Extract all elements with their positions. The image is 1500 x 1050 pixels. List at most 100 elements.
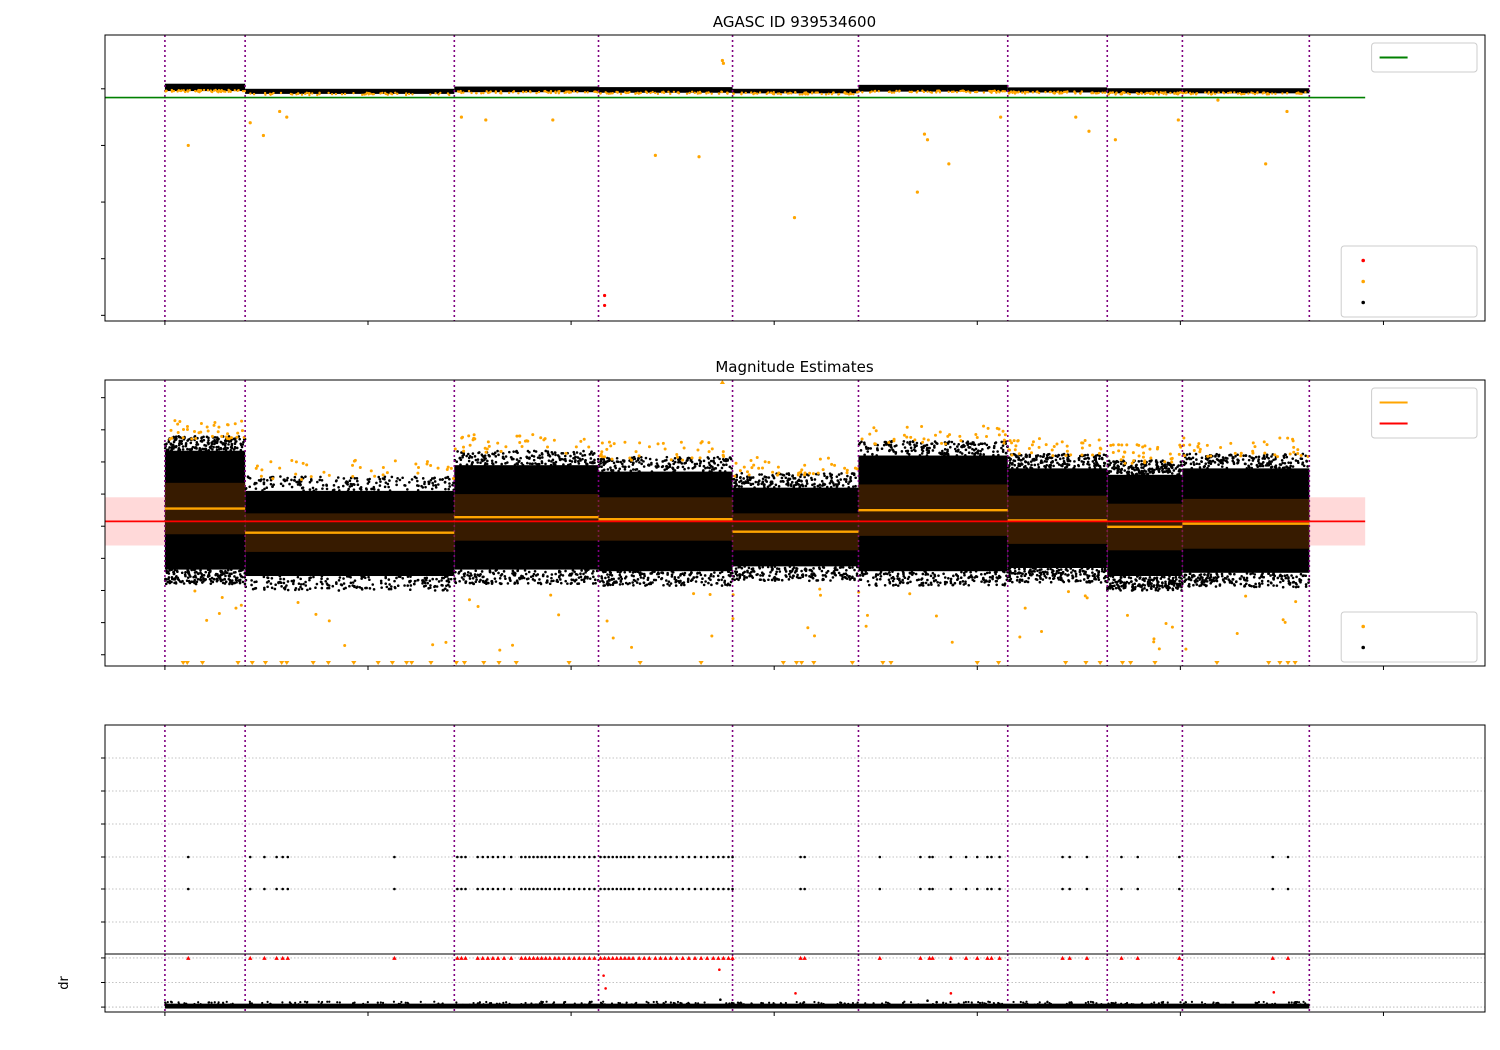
ok-point xyxy=(1094,454,1098,458)
ok-point xyxy=(530,454,534,458)
dr-ok-point xyxy=(1290,1001,1293,1004)
ok-point xyxy=(1208,459,1212,463)
ok-point xyxy=(1113,460,1117,464)
highlighted-point xyxy=(852,92,855,96)
ok-point xyxy=(631,461,635,465)
ok-point xyxy=(773,579,777,582)
dr-ok-point xyxy=(583,1003,587,1006)
highlighted-point xyxy=(969,91,972,94)
ok-point xyxy=(708,463,712,467)
ok-point xyxy=(813,573,816,576)
ok-point xyxy=(448,482,451,485)
ok-point xyxy=(569,462,572,466)
dr-ok-point xyxy=(707,1003,710,1006)
highlighted-point xyxy=(818,587,822,591)
flag-point xyxy=(1068,855,1071,859)
ok-point xyxy=(1058,457,1062,461)
ok-point xyxy=(709,578,712,582)
ok-point xyxy=(425,576,429,580)
ok-point xyxy=(550,460,553,463)
highlighted-point xyxy=(705,91,708,95)
highlighted-point xyxy=(220,89,223,92)
ok-point xyxy=(884,572,888,575)
highlighted-point xyxy=(351,474,355,478)
highlighted-point xyxy=(813,634,817,638)
ok-point xyxy=(1261,464,1265,468)
flag-point xyxy=(727,887,730,891)
ok-point xyxy=(891,575,895,579)
ok-point xyxy=(925,443,929,447)
ok-point xyxy=(653,570,656,573)
highlighted-point xyxy=(414,462,418,466)
ok-point xyxy=(553,451,557,454)
ok-point xyxy=(650,463,653,466)
ok-point xyxy=(700,580,704,584)
highlighted-point xyxy=(895,89,898,93)
highlighted-point xyxy=(707,450,711,454)
ok-point xyxy=(789,484,793,488)
ok-point xyxy=(1099,581,1103,584)
ok-point xyxy=(869,447,873,450)
ok-point xyxy=(1057,571,1061,575)
ok-point xyxy=(282,577,286,581)
ok-point xyxy=(1133,468,1136,472)
highlighted-point xyxy=(300,93,304,96)
ok-point xyxy=(1131,473,1135,476)
ok-point xyxy=(953,581,957,585)
highlighted-point xyxy=(647,445,651,449)
highlighted-point xyxy=(1120,443,1124,447)
highlighted-point xyxy=(486,91,490,95)
highlighted-point xyxy=(710,634,714,638)
ok-point xyxy=(1247,458,1251,462)
ok-point xyxy=(721,575,725,579)
ok-point xyxy=(837,473,841,476)
highlighted-point xyxy=(322,470,326,474)
highlighted-point xyxy=(605,447,609,451)
highlighted-point xyxy=(470,91,473,95)
ok-point xyxy=(1224,456,1228,460)
ok-point xyxy=(618,571,622,574)
ok-point xyxy=(265,486,269,489)
highlighted-point xyxy=(721,450,725,454)
ok-point xyxy=(472,582,476,586)
ok-point xyxy=(1073,460,1076,463)
highlighted-point xyxy=(808,471,812,475)
highlighted-point xyxy=(308,92,311,95)
ok-point xyxy=(657,465,660,468)
highlighted-point xyxy=(611,92,614,95)
highlighted-point xyxy=(920,424,924,428)
ok-point xyxy=(1206,466,1209,470)
ok-point xyxy=(920,577,924,580)
ok-point xyxy=(1257,459,1260,463)
ok-point xyxy=(1209,581,1213,585)
ok-point xyxy=(1294,585,1298,589)
ok-point xyxy=(800,473,803,476)
highlighted-point xyxy=(226,432,230,436)
ok-point xyxy=(838,566,842,569)
ok-point xyxy=(345,575,349,578)
ok-points-band xyxy=(245,88,455,94)
ok-point xyxy=(338,489,341,492)
ok-point xyxy=(167,448,170,452)
ok-point xyxy=(832,482,835,485)
ok-point xyxy=(195,580,199,584)
ok-point xyxy=(251,587,255,591)
ok-point xyxy=(208,445,212,449)
ok-point xyxy=(1172,469,1176,472)
highlighted-point xyxy=(327,91,330,95)
ok-point xyxy=(1224,577,1228,580)
ok-point xyxy=(723,470,727,473)
flag-point xyxy=(486,887,490,891)
ok-point xyxy=(421,477,425,480)
ok-point xyxy=(282,581,286,585)
highlighted-point xyxy=(1216,98,1220,102)
ok-point xyxy=(1281,585,1285,589)
ok-point xyxy=(730,467,733,470)
ok-point xyxy=(1051,459,1054,463)
highlighted-point xyxy=(974,432,978,436)
ok-point xyxy=(358,487,362,490)
ok-point xyxy=(177,443,181,447)
ok-point xyxy=(582,449,585,453)
highlighted-point xyxy=(756,92,759,95)
highlighted-point xyxy=(176,431,180,435)
